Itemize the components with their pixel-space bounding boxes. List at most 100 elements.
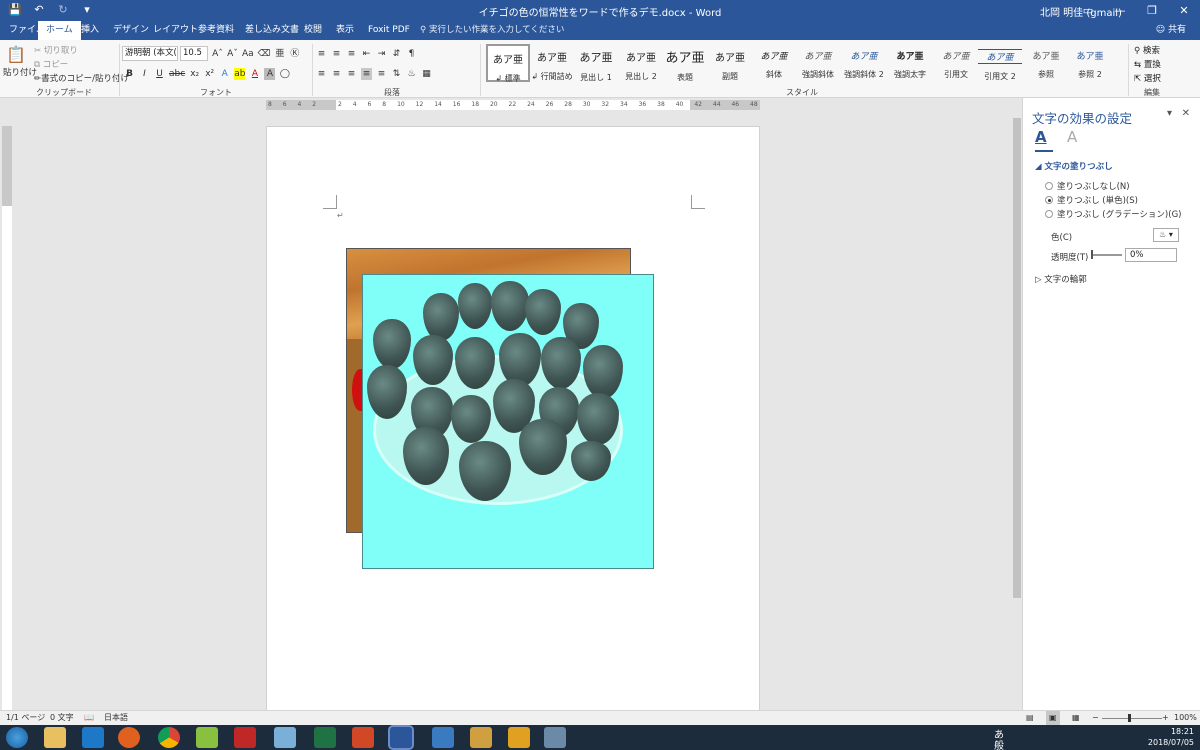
ime-indicator[interactable]: あ 般 [994, 730, 1004, 750]
replace-button[interactable]: ⇆ 置換 [1134, 58, 1161, 72]
font-size-box[interactable]: 10.5 [180, 46, 208, 61]
tab-review[interactable]: 校閲 [304, 21, 322, 40]
restore-icon[interactable]: ❐ [1136, 0, 1168, 21]
style-heading-1[interactable]: あア亜 見出し 1 [574, 44, 618, 82]
tab-view[interactable]: 表示 [336, 21, 354, 40]
transparency-slider[interactable] [1092, 254, 1122, 256]
fill-none-radio[interactable]: 塗りつぶしなし(N) [1045, 180, 1130, 192]
tab-insert[interactable]: 挿入 [81, 21, 99, 40]
web-layout-icon[interactable]: ▦ [1072, 711, 1080, 725]
increase-indent-icon[interactable]: ⇥ [376, 48, 387, 60]
style-normal[interactable]: あア亜 ↲ 標準 [486, 44, 530, 83]
powerpoint-icon[interactable] [352, 727, 374, 748]
clear-format-icon[interactable]: ⌫ [258, 48, 271, 60]
app-icon[interactable] [196, 727, 218, 748]
camera-app-icon[interactable] [234, 727, 256, 748]
horizontal-ruler[interactable]: 8 6 4 2 2 4 6 8 10 12 14 16 18 20 22 24 26 28 30 32 34 36 38 40… [0, 98, 1022, 112]
vertical-ruler[interactable] [0, 112, 14, 710]
word-count[interactable]: 0 文字 [50, 711, 74, 725]
tab-foxit-pdf[interactable]: Foxit PDF [368, 21, 410, 40]
line-spacing-icon[interactable]: ⇅ [391, 68, 402, 80]
style-intense-quote[interactable]: あア亜 引用文 2 [978, 44, 1022, 82]
char-shading-icon[interactable]: A [264, 68, 276, 80]
justify-icon[interactable]: ≡ [361, 68, 372, 80]
start-button-icon[interactable] [6, 727, 28, 748]
cut-button[interactable]: ✂ 切り取り [34, 44, 78, 56]
tab-layout[interactable]: レイアウト [153, 21, 198, 40]
superscript-icon[interactable]: x² [204, 68, 215, 80]
zoom-slider[interactable] [1102, 718, 1162, 719]
paste-icon[interactable]: 📋 [6, 45, 26, 64]
fill-color-button[interactable]: ♨ ▾ [1153, 228, 1179, 242]
share-button[interactable]: ☺ 共有 [1156, 21, 1186, 40]
style-intense-emphasis[interactable]: あア亜 強調斜体 2 [842, 44, 886, 82]
numbering-icon[interactable]: ≡ [331, 48, 342, 60]
phonetic-guide-icon[interactable]: 亜 [274, 48, 285, 60]
app-icon[interactable] [274, 727, 296, 748]
text-fill-outline-icon[interactable]: A [1035, 128, 1053, 150]
format-painter-button[interactable]: ✏書式のコピー/貼り付け [34, 72, 129, 84]
firefox-icon[interactable] [118, 727, 140, 748]
subscript-icon[interactable]: x₂ [189, 68, 200, 80]
internet-explorer-icon[interactable] [82, 727, 104, 748]
enclose-icon[interactable]: ◯ [279, 68, 290, 80]
zoom-in-icon[interactable]: + [1162, 711, 1169, 725]
underline-icon[interactable]: U [154, 68, 165, 80]
chrome-icon[interactable] [158, 727, 180, 748]
app-icon[interactable] [544, 727, 566, 748]
proofing-icon[interactable]: 📖 [84, 711, 94, 725]
select-button[interactable]: ⇱ 選択 [1134, 72, 1161, 86]
system-tray[interactable]: あ 般 18:21 2018/07/05 [994, 726, 1194, 750]
style-title[interactable]: あア亜 表題 [663, 44, 707, 82]
media-player-icon[interactable] [508, 727, 530, 748]
style-no-spacing[interactable]: あア亜 ↲ 行間詰め [530, 44, 574, 82]
close-icon[interactable]: ✕ [1182, 108, 1190, 119]
transparency-input[interactable]: 0% [1125, 248, 1177, 262]
italic-icon[interactable]: I [139, 68, 150, 80]
close-icon[interactable]: ✕ [1168, 0, 1200, 21]
shrink-font-icon[interactable]: Aˇ [227, 48, 238, 60]
enclose-char-icon[interactable]: Ⓚ [289, 48, 300, 60]
excel-icon[interactable] [314, 727, 336, 748]
word-icon[interactable] [388, 725, 414, 750]
page-count[interactable]: 1/1 ページ [6, 711, 45, 725]
zoom-level[interactable]: 100% [1174, 711, 1197, 725]
font-name-box[interactable]: 游明朝 (本文( [122, 46, 178, 61]
style-subtle-emphasis[interactable]: あア亜 強調斜体 [796, 44, 840, 82]
find-button[interactable]: ⚲ 検索 [1134, 44, 1161, 58]
minimize-icon[interactable]: — [1104, 0, 1136, 21]
style-strong[interactable]: あア亜 強調太字 [888, 44, 932, 82]
vertical-scrollbar[interactable] [1012, 98, 1022, 710]
tab-design[interactable]: デザイン [113, 21, 149, 40]
zoom-thumb[interactable] [1128, 714, 1131, 722]
search-app-icon[interactable] [470, 727, 492, 748]
tell-me-box[interactable]: ⚲ 実行したい作業を入力してください [420, 21, 564, 40]
shading-icon[interactable]: ♨ [406, 68, 417, 80]
ribbon-display-icon[interactable]: ▭ [1072, 0, 1104, 21]
style-heading-2[interactable]: あア亜 見出し 2 [619, 44, 663, 82]
style-emphasis[interactable]: あア亜 斜体 [752, 44, 796, 82]
cyan-filled-text-box[interactable] [362, 274, 654, 569]
font-color-icon[interactable]: A [249, 68, 260, 80]
copy-button[interactable]: ⧉ コピー [34, 58, 68, 70]
read-mode-icon[interactable]: ▤ [1026, 711, 1034, 725]
tab-references[interactable]: 参考資料 [198, 21, 234, 40]
grow-font-icon[interactable]: Aˆ [212, 48, 223, 60]
slider-thumb[interactable] [1091, 250, 1093, 259]
decrease-indent-icon[interactable]: ⇤ [361, 48, 372, 60]
zoom-out-icon[interactable]: − [1092, 711, 1099, 725]
file-explorer-icon[interactable] [44, 727, 66, 748]
align-left-icon[interactable]: ≡ [316, 68, 327, 80]
fill-gradient-radio[interactable]: 塗りつぶし (グラデーション)(G) [1045, 208, 1181, 220]
text-effects-icon[interactable]: A [1067, 128, 1085, 150]
document-page[interactable]: ↵ [266, 126, 760, 710]
multilevel-icon[interactable]: ≡ [346, 48, 357, 60]
bold-icon[interactable]: B [124, 68, 135, 80]
paste-button[interactable]: 貼り付け [3, 66, 37, 78]
highlight-icon[interactable]: ab [234, 68, 246, 80]
scrollbar-thumb[interactable] [1013, 118, 1021, 598]
align-center-icon[interactable]: ≡ [331, 68, 342, 80]
fill-solid-radio[interactable]: 塗りつぶし (単色)(S) [1045, 194, 1138, 206]
pane-options-icon[interactable]: ▾ [1167, 108, 1172, 119]
text-effects-icon[interactable]: A [219, 68, 230, 80]
